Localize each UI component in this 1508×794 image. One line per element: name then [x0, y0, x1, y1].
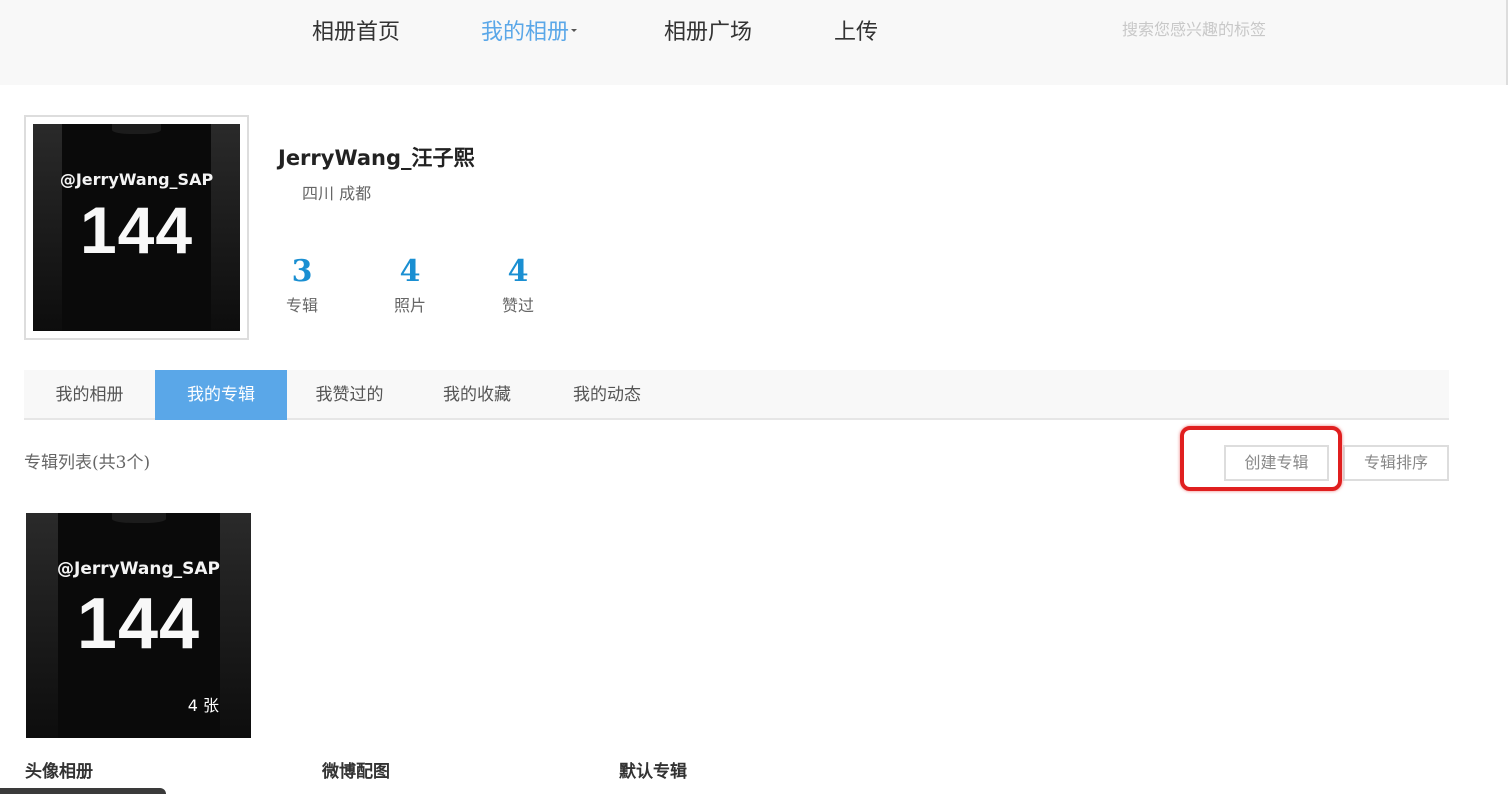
stat-albums-value: 3 [291, 254, 313, 289]
nav-album-square[interactable]: 相册广场 [664, 14, 752, 46]
album-name-avatar[interactable]: 头像相册 [25, 757, 93, 782]
avatar-number-text: 144 [79, 193, 194, 267]
stat-photos-label: 照片 [393, 296, 426, 315]
nav-upload[interactable]: 上传 [834, 14, 878, 46]
tab-liked[interactable]: 我赞过的 [287, 370, 412, 420]
tab-activity[interactable]: 我的动态 [542, 370, 672, 420]
album-cover-avatar[interactable]: @JerryWang_SAP 144 4 张 [26, 513, 251, 738]
cover-handle-text: @JerryWang_SAP [57, 559, 220, 579]
nav-my-albums-label: 我的相册 [481, 20, 570, 45]
album-list-title: 专辑列表(共3个) [24, 453, 151, 473]
tag-search-input[interactable] [1120, 12, 1340, 46]
shirt-collar [111, 513, 166, 523]
stat-photos[interactable]: 4 照片 [380, 254, 440, 316]
nav-my-albums[interactable]: 我的相册 [481, 14, 578, 46]
nav-album-home[interactable]: 相册首页 [312, 14, 400, 46]
stat-likes-label: 赞过 [501, 296, 534, 315]
stat-photos-value: 4 [399, 254, 421, 289]
stat-likes[interactable]: 4 赞过 [488, 254, 548, 316]
profile-tabs: 我的相册 我的专辑 我赞过的 我的收藏 我的动态 [24, 370, 1449, 420]
stat-albums[interactable]: 3 专辑 [272, 254, 332, 316]
user-location: 四川 成都 [302, 184, 372, 203]
cover-number-text: 144 [76, 584, 201, 664]
album-name-weibo[interactable]: 微博配图 [322, 757, 390, 782]
shirt-collar [111, 124, 162, 134]
avatar-image: @JerryWang_SAP 144 [33, 124, 240, 331]
stat-albums-label: 专辑 [285, 296, 318, 315]
tab-my-albums[interactable]: 我的相册 [24, 370, 155, 420]
tab-my-collections[interactable]: 我的专辑 [155, 370, 287, 420]
bottom-toolbar [0, 788, 166, 794]
avatar[interactable]: @JerryWang_SAP 144 [24, 115, 249, 340]
album-cover-image: @JerryWang_SAP 144 4 张 [26, 513, 251, 738]
album-name-default[interactable]: 默认专辑 [619, 757, 687, 782]
stat-likes-value: 4 [507, 254, 529, 289]
tab-favorites[interactable]: 我的收藏 [412, 370, 542, 420]
album-photo-count: 4 张 [187, 696, 219, 715]
sort-albums-button[interactable]: 专辑排序 [1343, 445, 1449, 481]
top-navbar: 相册首页 我的相册 相册广场 上传 [0, 0, 1508, 85]
caret-down-icon [571, 28, 578, 32]
username: JerryWang_汪子熙 [278, 146, 475, 170]
create-album-button[interactable]: 创建专辑 [1224, 445, 1329, 481]
avatar-handle-text: @JerryWang_SAP [59, 170, 214, 189]
